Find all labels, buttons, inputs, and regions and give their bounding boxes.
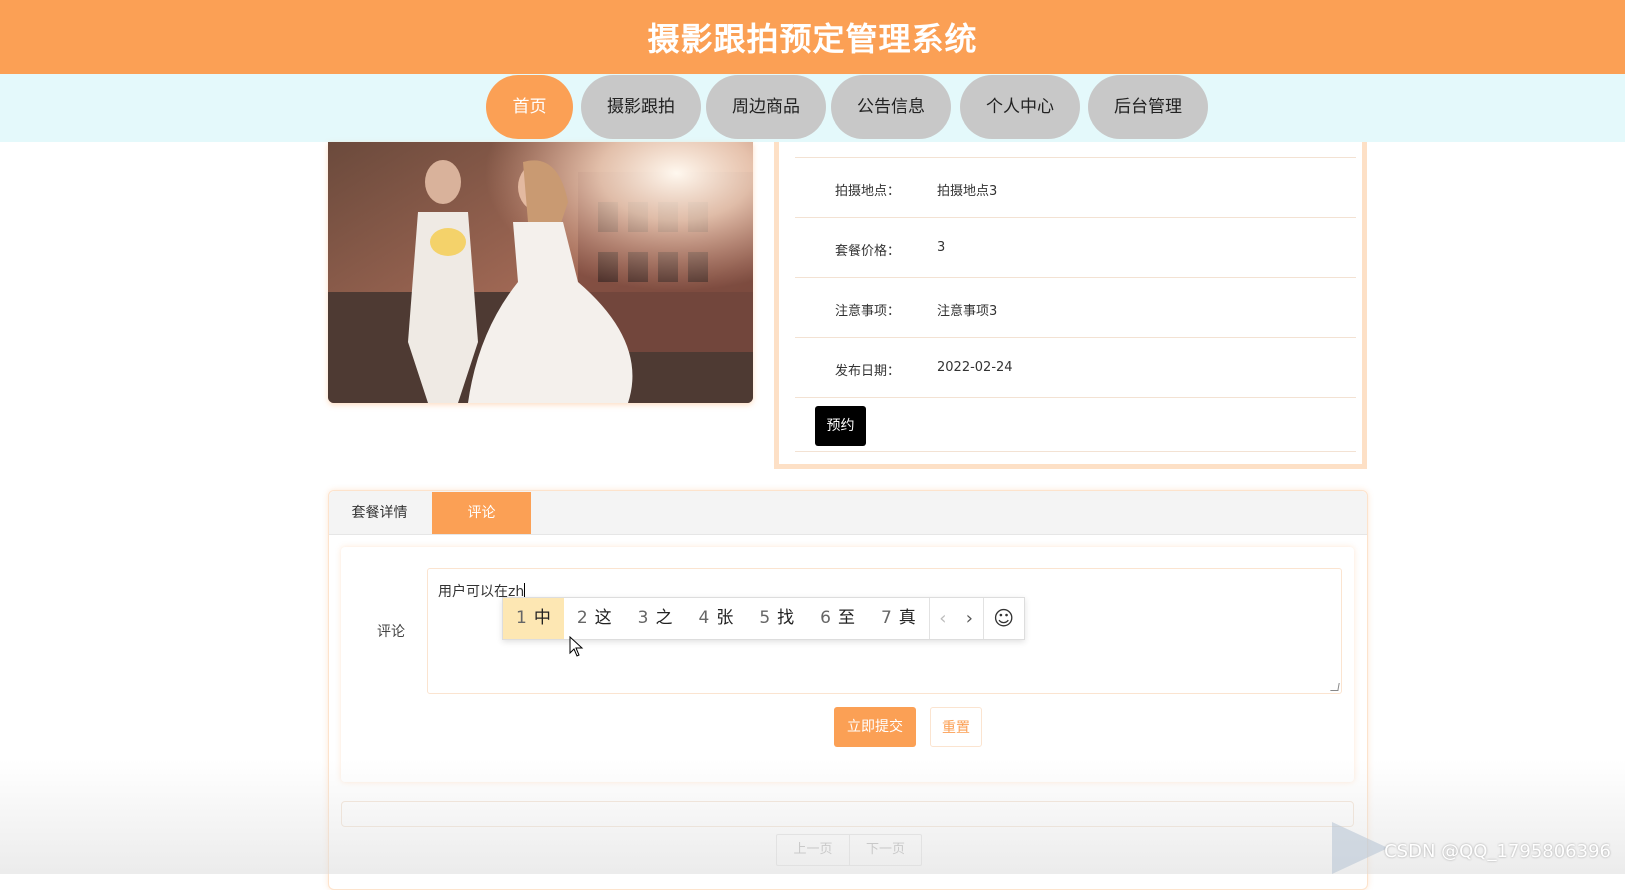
nav-item-photography[interactable]: 摄影跟拍 — [581, 75, 701, 139]
candidate-number: 3 — [638, 608, 649, 628]
info-row-price: 套餐价格： 3 — [795, 218, 1356, 278]
resize-handle-icon[interactable] — [1330, 683, 1339, 691]
next-page-button[interactable]: 下一页 — [849, 835, 921, 865]
pagination: 上一页 下一页 — [776, 834, 922, 866]
candidate-number: 6 — [820, 608, 831, 628]
wedding-photo-image — [328, 142, 753, 403]
package-photo — [328, 142, 753, 403]
prev-page-button[interactable]: 上一页 — [777, 835, 849, 865]
location-label: 拍摄地点： — [835, 180, 900, 199]
candidate-number: 5 — [759, 608, 770, 628]
reserve-button[interactable]: 预约 — [815, 406, 866, 446]
price-label: 套餐价格： — [835, 240, 900, 259]
candidate-char: 中 — [534, 608, 551, 628]
chevron-left-icon[interactable]: ‹ — [930, 598, 956, 639]
candidate-char: 真 — [899, 608, 916, 628]
comment-label: 评论 — [377, 621, 405, 641]
smiley-icon[interactable]: ☺ — [983, 598, 1024, 639]
info-row-notes: 注意事项： 注意事项3 — [795, 278, 1356, 338]
info-row-hidden — [795, 98, 1356, 158]
date-value: 2022-02-24 — [937, 360, 1013, 375]
candidate-number: 1 — [516, 608, 527, 628]
ime-candidate[interactable]: 2这 — [564, 598, 625, 639]
candidate-char: 张 — [716, 608, 733, 628]
ime-candidate-bar: 1中 2这 3之 4张 5找 6至 7真 ‹ › ☺ — [502, 597, 1025, 640]
tab-comments[interactable]: 评论 — [432, 492, 531, 534]
package-info-panel: 拍摄地点： 拍摄地点3 套餐价格： 3 注意事项： 注意事项3 发布日期： 20… — [774, 142, 1367, 469]
ime-candidate[interactable]: 4张 — [685, 598, 746, 639]
notes-label: 注意事项： — [835, 300, 900, 319]
candidate-char: 这 — [595, 608, 612, 628]
top-header: 摄影跟拍预定管理系统 — [0, 0, 1625, 74]
info-row-date: 发布日期： 2022-02-24 — [795, 338, 1356, 398]
candidate-number: 4 — [698, 608, 709, 628]
candidate-char: 找 — [777, 608, 794, 628]
price-value: 3 — [937, 240, 945, 255]
ime-candidate[interactable]: 5找 — [746, 598, 807, 639]
info-row-location: 拍摄地点： 拍摄地点3 — [795, 158, 1356, 218]
location-value: 拍摄地点3 — [937, 180, 997, 199]
candidate-char: 之 — [655, 608, 672, 628]
reset-button[interactable]: 重置 — [930, 707, 982, 747]
notes-value: 注意事项3 — [937, 300, 997, 319]
ime-candidate[interactable]: 3之 — [625, 598, 686, 639]
candidate-number: 7 — [881, 608, 892, 628]
date-label: 发布日期： — [835, 360, 900, 379]
site-title: 摄影跟拍预定管理系统 — [0, 14, 1625, 60]
comment-form: 评论 用户可以在zh 立即提交 重置 — [341, 547, 1354, 782]
candidate-char: 至 — [838, 608, 855, 628]
nav-item-home[interactable]: 首页 — [486, 75, 573, 139]
chevron-right-icon[interactable]: › — [956, 598, 982, 639]
tab-package-details[interactable]: 套餐详情 — [329, 492, 430, 534]
ime-candidate[interactable]: 6至 — [807, 598, 868, 639]
ime-candidate[interactable]: 1中 — [503, 598, 564, 639]
candidate-number: 2 — [577, 608, 588, 628]
info-row-actions — [795, 398, 1356, 452]
submit-button[interactable]: 立即提交 — [834, 707, 916, 747]
mouse-cursor-icon — [569, 636, 585, 658]
tabs-container: 套餐详情 评论 评论 用户可以在zh 立即提交 重置 上一页 下一页 — [328, 490, 1368, 890]
tab-header: 套餐详情 评论 — [329, 491, 1367, 535]
watermark-text: CSDN @QQ_1795806396 — [1384, 841, 1611, 862]
ime-candidate[interactable]: 7真 — [868, 598, 929, 639]
comment-list — [341, 801, 1354, 827]
